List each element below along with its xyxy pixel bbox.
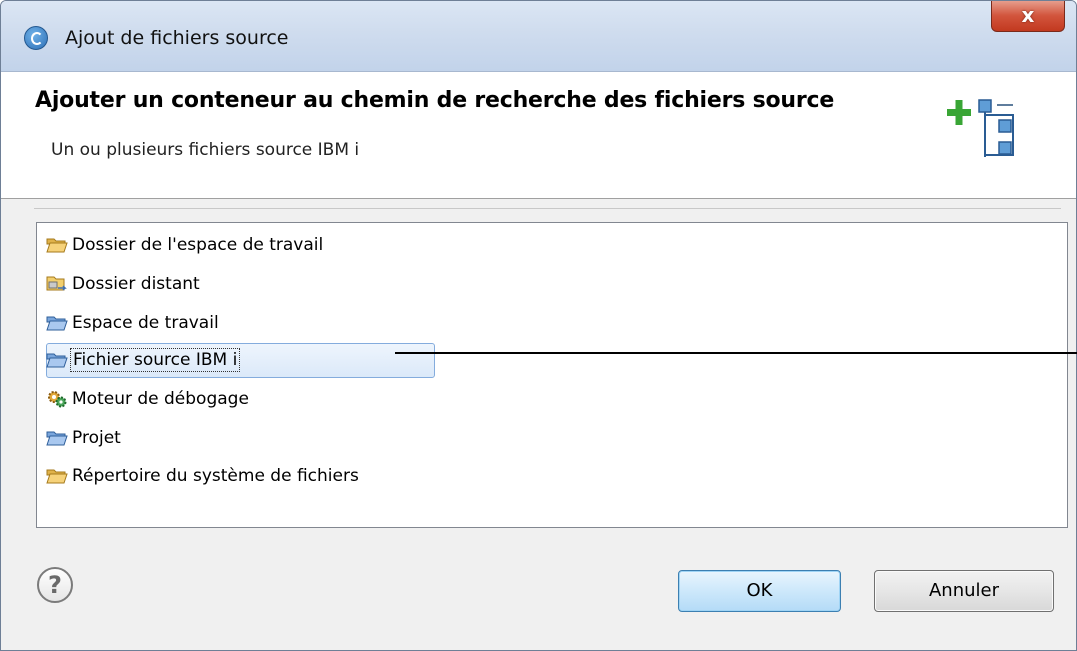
close-button[interactable]: x [991, 1, 1065, 32]
list-item-label: Dossier distant [72, 274, 200, 294]
app-icon [24, 26, 48, 50]
folder-open-icon [46, 238, 68, 253]
list-item-remote-folder[interactable]: Dossier distant [46, 268, 200, 300]
list-item-label: Moteur de débogage [72, 389, 249, 409]
content-divider [34, 208, 1061, 209]
window-title: Ajout de fichiers source [65, 27, 289, 49]
callout-line [395, 352, 1077, 354]
header-banner: Ajouter un conteneur au chemin de recher… [1, 72, 1076, 198]
container-type-list[interactable]: Dossier de l'espace de travail Dossier d… [36, 222, 1068, 528]
cancel-button[interactable]: Annuler [874, 570, 1054, 612]
banner-divider [1, 198, 1076, 199]
list-item-workspace[interactable]: Espace de travail [46, 307, 219, 339]
source-file-folder-icon [46, 353, 68, 368]
remote-folder-icon [46, 276, 67, 291]
filesystem-folder-icon [46, 469, 68, 484]
project-folder-icon [46, 431, 68, 446]
list-item-workspace-folder[interactable]: Dossier de l'espace de travail [46, 229, 323, 261]
dialog-window: Ajout de fichiers source x Ajouter un co… [0, 0, 1077, 651]
list-item-label: Dossier de l'espace de travail [72, 235, 324, 255]
list-item-project[interactable]: Projet [46, 422, 121, 454]
list-item-label: Projet [72, 428, 121, 448]
list-item-filesystem-directory[interactable]: Répertoire du système de fichiers [46, 460, 359, 492]
list-item-label: Répertoire du système de fichiers [72, 466, 359, 486]
list-item-debug-engine[interactable]: Moteur de débogage [46, 383, 249, 415]
workspace-folder-icon [46, 316, 68, 331]
debug-engine-icon [48, 391, 67, 408]
ok-button[interactable]: OK [678, 570, 841, 612]
close-icon: x [1021, 3, 1035, 27]
dialog-subtitle: Un ou plusieurs fichiers source IBM i [51, 140, 360, 160]
add-container-icon [947, 99, 1014, 157]
list-item-label: Fichier source IBM i [70, 348, 241, 372]
title-bar[interactable]: Ajout de fichiers source x [1, 1, 1076, 72]
dialog-heading: Ajouter un conteneur au chemin de recher… [35, 88, 835, 113]
help-icon: ? [48, 571, 62, 599]
help-button[interactable]: ? [37, 567, 73, 603]
list-item-ibm-source-file[interactable]: Fichier source IBM i [46, 344, 241, 376]
list-item-label: Espace de travail [72, 313, 219, 333]
